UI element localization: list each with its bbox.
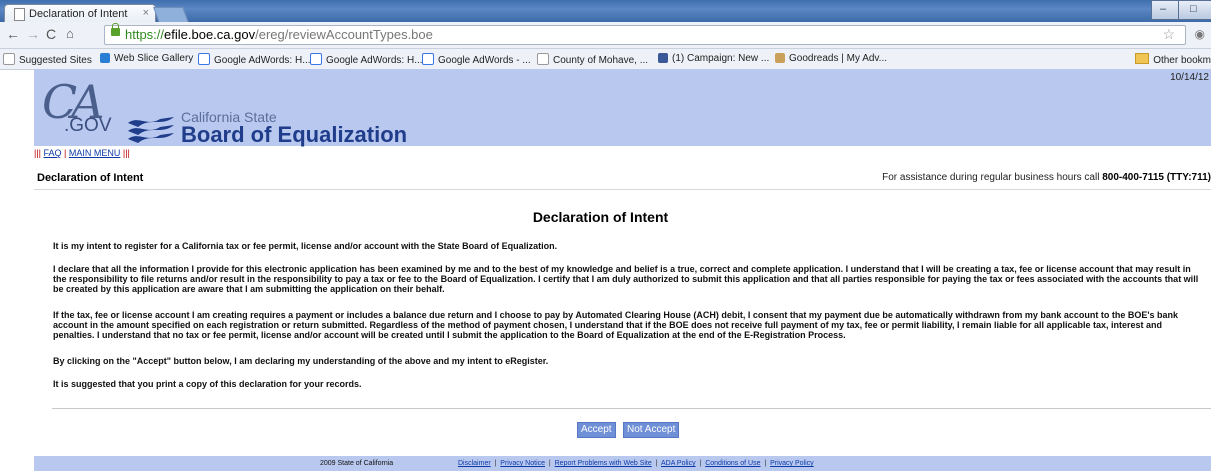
privacy-policy-link[interactable]: Privacy Policy bbox=[770, 460, 814, 467]
assistance-phone: 800-400-7115 (TTY:711) bbox=[1102, 172, 1211, 183]
extension-eye-icon[interactable]: ◉ bbox=[1195, 27, 1205, 41]
agency-title: Board of Equalization bbox=[181, 122, 408, 147]
lock-icon bbox=[111, 23, 120, 36]
declaration-heading: Declaration of Intent bbox=[532, 209, 669, 225]
page-header-title: Declaration of Intent bbox=[37, 172, 144, 184]
copyright-text: 2009 State of California bbox=[320, 460, 394, 467]
browser-tab-strip: Declaration of Intent × – □ bbox=[0, 0, 1211, 23]
browser-toolbar: ← → C ⌂ https://efile.boe.ca.gov/ereg/re… bbox=[0, 22, 1211, 49]
page-icon bbox=[537, 53, 549, 65]
reload-icon[interactable]: C bbox=[46, 26, 56, 42]
assistance-text: For assistance during regular business h… bbox=[882, 172, 1211, 183]
google-icon bbox=[422, 53, 434, 65]
browser-tab[interactable]: Declaration of Intent × bbox=[4, 4, 156, 23]
forward-icon[interactable]: → bbox=[26, 26, 40, 42]
bookmark-suggested-sites[interactable]: Suggested Sites bbox=[3, 53, 92, 66]
divider bbox=[34, 189, 1211, 190]
new-tab-button[interactable] bbox=[153, 7, 189, 23]
facebook-icon bbox=[658, 53, 668, 63]
folder-icon bbox=[1135, 53, 1150, 64]
boe-wave-logo-icon bbox=[128, 117, 174, 143]
page-date: 10/14/12 bbox=[1170, 72, 1209, 83]
not-accept-button[interactable]: Not Accept bbox=[623, 422, 680, 438]
bookmark-google-adwords-2[interactable]: Google AdWords: H... bbox=[310, 53, 423, 66]
faq-link[interactable]: FAQ bbox=[44, 148, 62, 158]
bookmark-web-slice-gallery[interactable]: Web Slice Gallery bbox=[100, 53, 193, 64]
divider bbox=[52, 408, 1211, 409]
bookmark-goodreads[interactable]: Goodreads | My Adv... bbox=[775, 53, 887, 64]
disclaimer-link[interactable]: Disclaimer bbox=[458, 460, 491, 467]
bookmark-google-adwords-3[interactable]: Google AdWords - ... bbox=[422, 53, 531, 66]
tab-close-icon[interactable]: × bbox=[143, 7, 149, 19]
google-icon bbox=[198, 53, 210, 65]
report-problems-link[interactable]: Report Problems with Web Site bbox=[555, 460, 652, 467]
top-nav-links: ||| FAQ | MAIN MENU ||| bbox=[34, 148, 130, 158]
footer-links: Disclaimer | Privacy Notice | Report Pro… bbox=[458, 460, 814, 467]
maximize-button[interactable]: □ bbox=[1178, 0, 1211, 20]
gov-logo-text: .GOV bbox=[64, 115, 112, 136]
bookmark-google-adwords-1[interactable]: Google AdWords: H... bbox=[198, 53, 311, 66]
goodreads-icon bbox=[775, 53, 785, 63]
tab-title: Declaration of Intent bbox=[29, 8, 128, 20]
other-bookmarks[interactable]: Other bookm bbox=[1135, 53, 1211, 66]
ie-icon bbox=[100, 53, 110, 63]
conditions-of-use-link[interactable]: Conditions of Use bbox=[705, 460, 760, 467]
site-footer: 2009 State of California Disclaimer | Pr… bbox=[34, 456, 1211, 471]
url-text: https://efile.boe.ca.gov/ereg/reviewAcco… bbox=[125, 27, 433, 42]
declaration-paragraph-4: By clicking on the "Accept" button below… bbox=[53, 356, 549, 366]
minimize-button[interactable]: – bbox=[1151, 0, 1179, 20]
bookmark-campaign[interactable]: (1) Campaign: New ... bbox=[658, 53, 769, 64]
main-menu-link[interactable]: MAIN MENU bbox=[69, 148, 121, 158]
declaration-paragraph-2: I declare that all the information I pro… bbox=[53, 264, 1199, 294]
privacy-notice-link[interactable]: Privacy Notice bbox=[500, 460, 545, 467]
back-icon[interactable]: ← bbox=[6, 26, 20, 42]
google-icon bbox=[310, 53, 322, 65]
bookmarks-bar: Suggested Sites Web Slice Gallery Google… bbox=[0, 49, 1211, 70]
ada-policy-link[interactable]: ADA Policy bbox=[661, 460, 696, 467]
address-bar[interactable]: https://efile.boe.ca.gov/ereg/reviewAcco… bbox=[104, 23, 1205, 45]
page-icon bbox=[14, 8, 25, 21]
bookmark-county-mohave[interactable]: County of Mohave, ... bbox=[537, 53, 648, 66]
site-banner: 10/14/12 CA .GOV California State Board … bbox=[34, 69, 1211, 147]
bookmark-star-icon[interactable]: ☆ bbox=[1162, 26, 1175, 43]
declaration-paragraph-3: If the tax, fee or license account I am … bbox=[53, 310, 1179, 340]
window-controls: – □ bbox=[1151, 0, 1211, 20]
page-icon bbox=[3, 53, 15, 65]
accept-button[interactable]: Accept bbox=[577, 422, 616, 438]
home-icon[interactable]: ⌂ bbox=[66, 26, 74, 41]
declaration-paragraph-1: It is my intent to register for a Califo… bbox=[53, 241, 558, 251]
declaration-paragraph-5: It is suggested that you print a copy of… bbox=[53, 379, 362, 389]
